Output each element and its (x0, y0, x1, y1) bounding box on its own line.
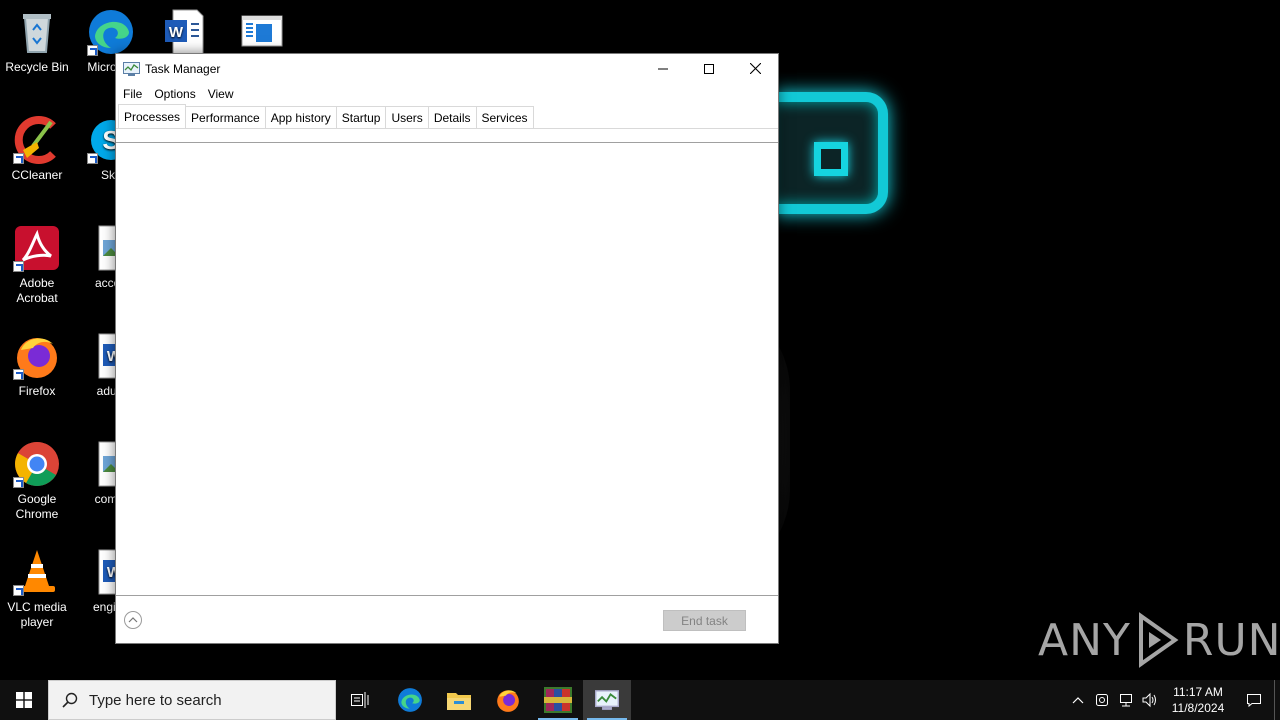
desktop-icon-ccleaner[interactable]: CCleaner (0, 116, 74, 183)
recycle-bin-icon (13, 8, 61, 56)
show-hidden-icons-button[interactable] (1066, 680, 1090, 720)
menu-view[interactable]: View (202, 83, 240, 105)
wallpaper-glow-shape (770, 92, 888, 214)
window-footer: End task (116, 597, 778, 643)
tab-strip: Processes Performance App history Startu… (116, 104, 778, 129)
windows-logo-icon (16, 692, 32, 708)
task-view-button[interactable] (336, 680, 384, 720)
window-app-icon (238, 8, 286, 56)
firefox-icon (13, 332, 61, 380)
vlc-cone-icon (13, 548, 61, 596)
tab-users[interactable]: Users (385, 106, 429, 128)
task-manager-icon (595, 690, 619, 710)
taskbar-task-manager[interactable] (583, 680, 631, 720)
watermark-text-run: RUN (1182, 614, 1280, 666)
watermark-text-any: ANY (1038, 614, 1131, 666)
start-button[interactable] (0, 680, 48, 720)
clock-date: 11/8/2024 (1171, 701, 1225, 715)
tray-meet-now[interactable] (1090, 680, 1114, 720)
play-logo-icon (1138, 612, 1179, 668)
desktop-icon-label: Google Chrome (15, 492, 59, 521)
notification-icon (1247, 694, 1261, 708)
acrobat-icon (13, 224, 61, 272)
clock-time: 11:17 AM (1173, 685, 1223, 699)
desktop-icon-label: VLC media player (7, 600, 67, 629)
taskbar-search-box[interactable]: Type here to search (48, 680, 336, 720)
desktop-icon-google-chrome[interactable]: Google Chrome (0, 440, 74, 522)
tab-details[interactable]: Details (427, 106, 477, 128)
task-view-icon (351, 692, 369, 708)
task-manager-icon (123, 61, 140, 76)
tab-startup[interactable]: Startup (335, 106, 387, 128)
system-tray: 11:17 AM 11/8/2024 (1066, 680, 1280, 720)
window-title: Task Manager (145, 61, 221, 76)
maximize-icon (704, 63, 714, 74)
taskbar-edge[interactable] (386, 680, 434, 720)
ccleaner-icon (13, 116, 61, 164)
edge-icon (87, 8, 135, 56)
tray-volume[interactable] (1138, 680, 1162, 720)
desktop-icon-label: Adobe Acrobat (16, 276, 58, 305)
minimize-icon (658, 68, 668, 69)
chevron-up-icon (128, 617, 138, 623)
anyrun-watermark: ANY RUN (1038, 608, 1280, 672)
desktop-icon-label: Recycle Bin (5, 60, 69, 74)
menu-options[interactable]: Options (148, 83, 201, 105)
speaker-icon (1142, 692, 1156, 708)
network-icon (1120, 694, 1132, 707)
menu-bar: File Options View (116, 83, 778, 105)
processes-list-area[interactable] (116, 142, 778, 596)
taskbar: Type here to search 11:17 AM 11/8/2024 (0, 680, 1280, 720)
show-desktop-button[interactable] (1274, 680, 1280, 720)
end-task-button[interactable]: End task (663, 610, 746, 631)
task-manager-window[interactable]: Task Manager File Options View Processes… (115, 53, 779, 644)
taskbar-clock[interactable]: 11:17 AM 11/8/2024 (1162, 684, 1234, 716)
fewer-details-toggle[interactable] (124, 611, 142, 629)
menu-file[interactable]: File (117, 83, 148, 105)
tab-processes[interactable]: Processes (118, 104, 187, 128)
minimize-button[interactable] (640, 54, 686, 83)
desktop-icon-recycle-bin[interactable]: Recycle Bin (0, 8, 74, 75)
file-explorer-icon (447, 693, 471, 710)
winrar-icon (544, 687, 572, 713)
desktop-icon-vlc[interactable]: VLC media player (0, 548, 74, 630)
taskbar-winrar[interactable] (534, 680, 582, 720)
word-document-icon: W (161, 8, 209, 56)
desktop-icon-firefox[interactable]: Firefox (0, 332, 74, 399)
webcam-icon (1096, 694, 1108, 706)
notifications-button[interactable] (1234, 680, 1274, 720)
tab-performance[interactable]: Performance (185, 106, 266, 128)
firefox-icon (497, 690, 519, 712)
close-icon (749, 63, 761, 74)
tray-network[interactable] (1114, 680, 1138, 720)
desktop-icon-label: CCleaner (11, 168, 63, 182)
search-placeholder: Type here to search (89, 691, 222, 709)
taskbar-file-explorer[interactable] (435, 680, 483, 720)
chevron-up-icon (1072, 697, 1084, 704)
chrome-icon (13, 440, 61, 488)
title-bar[interactable]: Task Manager (116, 54, 778, 83)
taskbar-firefox[interactable] (484, 680, 532, 720)
desktop-icon-label: Firefox (18, 384, 56, 398)
edge-icon (398, 688, 422, 712)
search-icon (62, 692, 78, 708)
desktop-icon-adobe-acrobat[interactable]: Adobe Acrobat (0, 224, 74, 306)
tab-services[interactable]: Services (475, 106, 534, 128)
tab-app-history[interactable]: App history (264, 106, 337, 128)
close-button[interactable] (732, 54, 778, 83)
svg-text:W: W (169, 24, 184, 41)
maximize-button[interactable] (686, 54, 732, 83)
